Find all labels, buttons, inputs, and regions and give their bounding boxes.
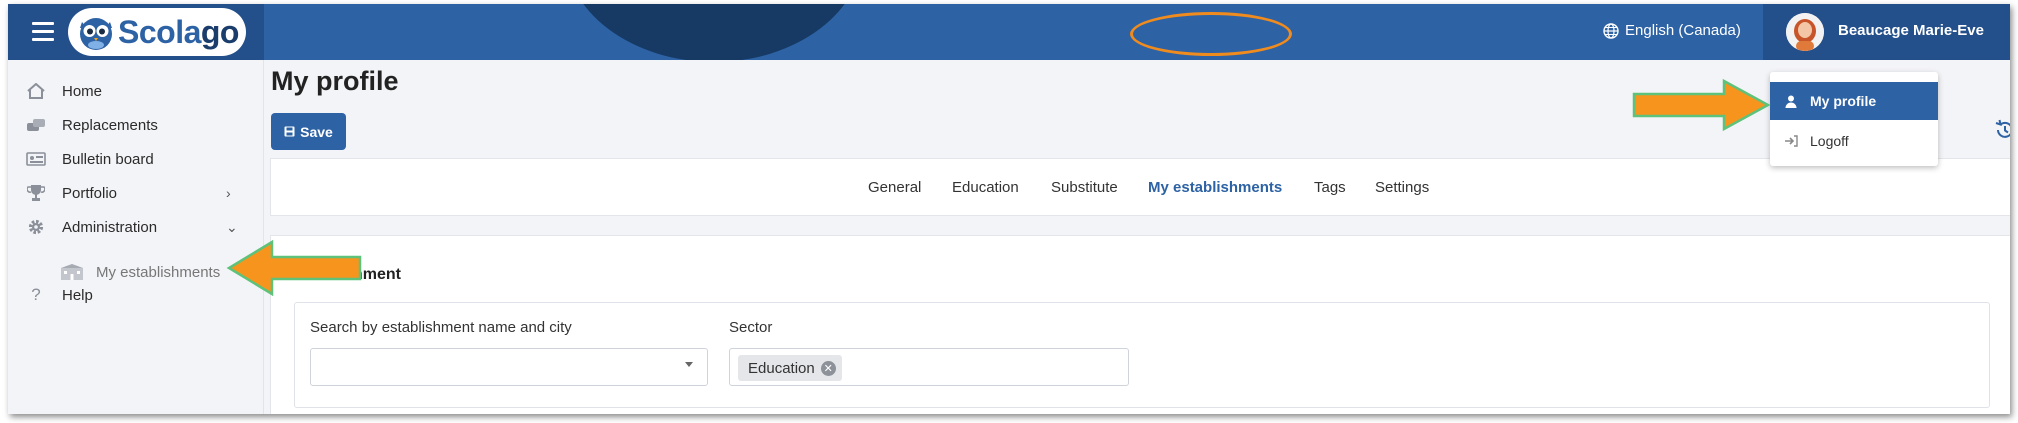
help-icon: ? xyxy=(31,285,41,304)
replacements-icon xyxy=(26,115,46,135)
remove-chip-icon[interactable]: ✕ xyxy=(820,360,836,376)
language-selector[interactable]: English (Canada) xyxy=(1603,22,1741,39)
app-window: Scolago English (Canada) Beaucage Marie-… xyxy=(8,4,2010,414)
chevron-right-icon: › xyxy=(226,185,231,201)
logo[interactable]: Scolago xyxy=(68,8,246,56)
globe-icon xyxy=(1603,22,1619,39)
logoff-icon xyxy=(1784,134,1798,148)
sector-chip-label: Education xyxy=(748,359,815,377)
header-decoration xyxy=(564,4,864,60)
save-button-label: Save xyxy=(300,123,333,140)
establishment-filter: Search by establishment name and city Se… xyxy=(294,302,1990,408)
sidebar-item-home[interactable]: Home xyxy=(8,74,248,108)
page-title: My profile xyxy=(271,66,399,96)
sidebar-item-label: Portfolio xyxy=(62,184,118,202)
tab-general[interactable]: General xyxy=(868,179,921,196)
search-field-label: Search by establishment name and city xyxy=(310,319,572,336)
menu-item-label: My profile xyxy=(1810,93,1877,109)
sidebar: Home Replacements Bulletin board Portfol… xyxy=(8,60,264,414)
caret-down-icon xyxy=(685,362,693,367)
sidebar-item-label: Replacements xyxy=(62,116,158,134)
annotation-arrow-left xyxy=(226,239,362,297)
tab-education[interactable]: Education xyxy=(952,179,1019,196)
home-icon xyxy=(26,81,46,101)
tab-settings[interactable]: Settings xyxy=(1375,179,1429,196)
avatar xyxy=(1786,13,1824,51)
annotation-arrow-right xyxy=(1632,78,1771,132)
trophy-icon xyxy=(26,183,46,203)
tab-my-establishments[interactable]: My establishments xyxy=(1148,179,1282,196)
language-label: English (Canada) xyxy=(1625,22,1741,39)
logo-area: Scolago xyxy=(8,4,264,60)
sidebar-item-portfolio[interactable]: Portfolio › xyxy=(8,176,248,210)
sidebar-item-help[interactable]: ? Help xyxy=(8,278,248,312)
logo-wordmark: Scolago xyxy=(118,14,239,50)
tab-substitute[interactable]: Substitute xyxy=(1051,179,1118,196)
user-menu-toggle[interactable]: Beaucage Marie-Eve xyxy=(1763,4,2010,60)
establishments-section: hment Search by establishment name and c… xyxy=(270,235,2010,414)
user-dropdown-menu: My profile Logoff xyxy=(1770,72,1938,166)
menu-item-logoff[interactable]: Logoff xyxy=(1770,122,1938,160)
sidebar-item-label: Administration xyxy=(62,218,158,236)
sidebar-item-replacements[interactable]: Replacements xyxy=(8,108,248,142)
sidebar-item-bulletin-board[interactable]: Bulletin board xyxy=(8,142,248,176)
chevron-down-icon: ⌄ xyxy=(226,218,238,235)
menu-item-label: Logoff xyxy=(1810,133,1849,149)
establishment-search-select[interactable] xyxy=(310,348,708,386)
gear-icon xyxy=(26,217,46,237)
profile-tabs: General Education Substitute My establis… xyxy=(270,158,2010,216)
sector-field-label: Sector xyxy=(729,319,773,336)
user-icon xyxy=(1784,94,1798,108)
tab-tags[interactable]: Tags xyxy=(1314,179,1346,196)
sidebar-item-label: Home xyxy=(62,82,103,100)
owl-logo-icon xyxy=(80,18,112,50)
sector-multiselect[interactable]: Education ✕ xyxy=(729,348,1129,386)
sidebar-item-label: Help xyxy=(62,286,93,304)
history-icon[interactable] xyxy=(1993,118,2010,142)
sidebar-item-label: Bulletin board xyxy=(62,150,154,168)
save-button[interactable]: Save xyxy=(271,113,346,150)
sector-chip: Education ✕ xyxy=(738,355,842,381)
menu-toggle-icon[interactable] xyxy=(32,22,54,42)
top-bar: Scolago English (Canada) Beaucage Marie-… xyxy=(8,4,2010,60)
floppy-disk-icon xyxy=(284,126,295,137)
user-name: Beaucage Marie-Eve xyxy=(1838,22,1984,39)
sidebar-item-administration[interactable]: Administration ⌄ xyxy=(8,210,248,244)
bulletin-board-icon xyxy=(26,149,46,169)
menu-item-my-profile[interactable]: My profile xyxy=(1770,82,1938,120)
